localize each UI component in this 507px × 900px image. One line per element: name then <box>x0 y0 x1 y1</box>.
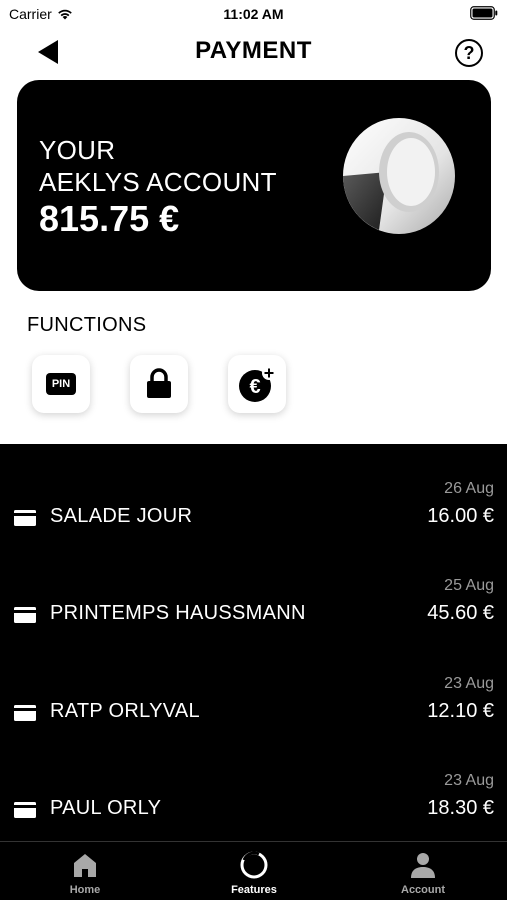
clock: 11:02 AM <box>223 6 284 22</box>
account-balance: 815.75 € <box>39 198 180 239</box>
transaction-date: 25 Aug <box>444 577 494 594</box>
lock-icon <box>147 368 171 398</box>
transaction-amount: 45.60 € <box>427 602 494 624</box>
transaction-date: 26 Aug <box>444 480 494 497</box>
account-card[interactable]: YOUR AEKLYS ACCOUNT 815.75 € <box>17 80 491 291</box>
features-icon <box>240 851 268 879</box>
transaction-row[interactable]: 25 Aug PRINTEMPS HAUSSMANN 45.60 € <box>0 541 507 638</box>
top-up-button[interactable]: € <box>228 355 286 413</box>
svg-text:€: € <box>249 376 260 398</box>
page-title: PAYMENT <box>195 37 312 64</box>
transaction-amount: 12.10 € <box>427 700 494 722</box>
card-icon <box>14 705 36 721</box>
transaction-amount: 16.00 € <box>427 505 494 527</box>
euro-plus-icon: € <box>239 366 276 402</box>
home-icon <box>74 854 96 877</box>
tab-label: Home <box>69 884 101 896</box>
transaction-merchant: PAUL ORLY <box>50 797 162 819</box>
transaction-row[interactable]: 23 Aug PAUL ORLY 18.30 € <box>0 736 507 833</box>
status-bar: Carrier 11:02 AM <box>0 0 507 28</box>
account-title-line1: YOUR <box>39 135 116 165</box>
tab-bar: Home Features Account <box>0 841 507 900</box>
tab-features[interactable]: Features <box>194 842 314 900</box>
transaction-date: 23 Aug <box>444 675 494 692</box>
tab-account[interactable]: Account <box>363 842 483 900</box>
ring-image <box>343 118 455 234</box>
transaction-amount: 18.30 € <box>427 797 494 819</box>
transaction-row[interactable]: 23 Aug RATP ORLYVAL 12.10 € <box>0 639 507 736</box>
transaction-row[interactable]: 26 Aug SALADE JOUR 16.00 € <box>0 444 507 541</box>
transaction-list[interactable]: 26 Aug SALADE JOUR 16.00 € 25 Aug PRINTE… <box>0 444 507 841</box>
user-icon <box>411 853 435 878</box>
pin-button[interactable]: PIN <box>32 355 90 413</box>
card-icon <box>14 607 36 623</box>
transaction-merchant: RATP ORLYVAL <box>50 700 200 722</box>
card-icon <box>14 802 36 818</box>
tab-label: Account <box>401 884 445 896</box>
lock-button[interactable] <box>130 355 188 413</box>
account-title-line2: AEKLYS ACCOUNT <box>39 167 277 197</box>
header: PAYMENT ? <box>0 30 507 74</box>
help-button[interactable]: ? <box>455 39 483 67</box>
transaction-date: 23 Aug <box>444 772 494 789</box>
tab-home[interactable]: Home <box>25 842 145 900</box>
battery-icon <box>470 6 498 20</box>
pin-icon: PIN <box>46 373 76 395</box>
transaction-merchant: PRINTEMPS HAUSSMANN <box>50 602 306 624</box>
tab-label: Features <box>231 884 277 896</box>
transaction-merchant: SALADE JOUR <box>50 505 193 527</box>
functions-label: FUNCTIONS <box>27 314 147 336</box>
card-icon <box>14 510 36 526</box>
